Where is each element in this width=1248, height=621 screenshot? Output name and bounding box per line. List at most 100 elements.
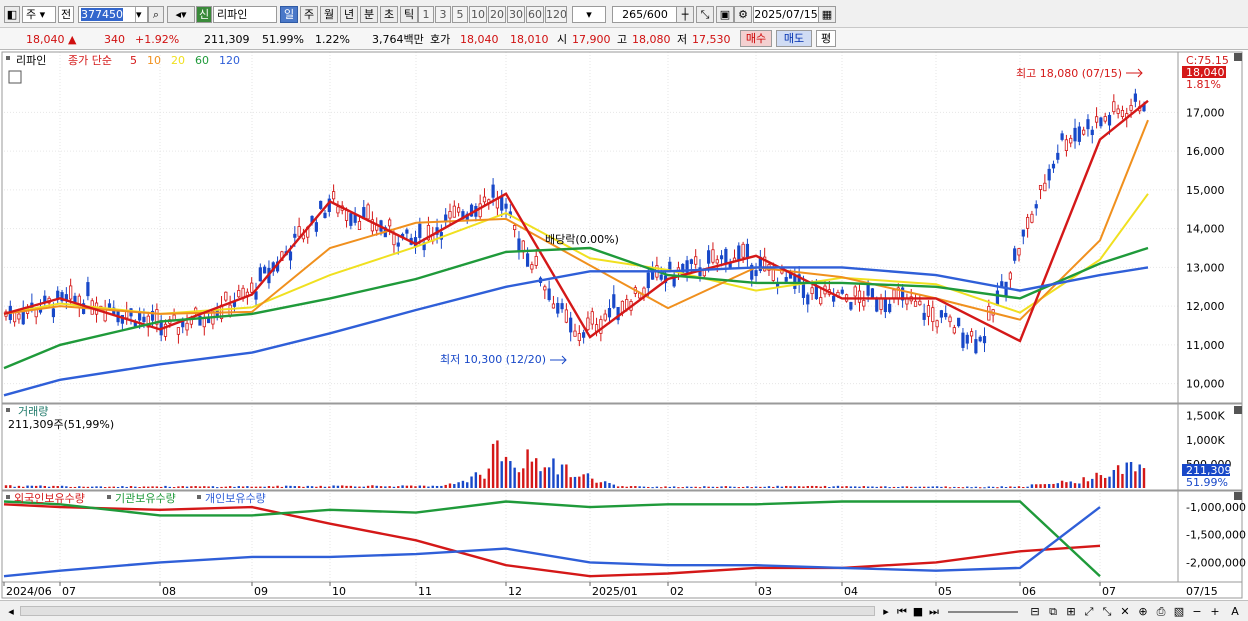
font-size-icon[interactable]: A: [1228, 604, 1242, 619]
x-axis-label: 12: [508, 585, 522, 598]
volume-bar: [914, 486, 917, 488]
volume-bar: [767, 486, 771, 488]
x-axis-label: 09: [254, 585, 268, 598]
candle-body: [228, 304, 232, 316]
candle-body: [1116, 108, 1120, 114]
zoom-in-icon[interactable]: +: [1210, 604, 1220, 619]
tile-icon[interactable]: ⊞: [1064, 604, 1078, 619]
zoom-slider[interactable]: [948, 611, 1018, 613]
volume-bar: [375, 485, 378, 488]
ma20-line: [3, 193, 1149, 315]
volume-bar: [716, 486, 719, 488]
volume-bar: [974, 486, 978, 488]
candle-body: [448, 211, 452, 219]
volume-bar: [690, 486, 693, 488]
holdings-y-tick: -1,500,000: [1186, 529, 1246, 542]
volume-bar: [272, 486, 275, 488]
volume-bar: [1129, 461, 1133, 488]
copy-icon[interactable]: ⧉: [1046, 604, 1060, 619]
expand-icon[interactable]: ⤢: [1082, 604, 1096, 619]
volume-bar: [793, 486, 797, 488]
candle-body: [806, 294, 810, 305]
candle-body: [1133, 93, 1137, 102]
candle-body: [586, 317, 590, 331]
stop-icon[interactable]: ■: [912, 604, 924, 619]
candle-body: [957, 317, 961, 327]
volume-bar: [478, 474, 482, 488]
shrink-icon[interactable]: ⤡: [1100, 604, 1114, 619]
volume-bar: [815, 485, 818, 488]
candle-body: [612, 294, 616, 308]
volume-bar: [155, 486, 159, 488]
candle-body: [948, 316, 952, 323]
high-annotation: 최고 18,080 (07/15): [1016, 67, 1122, 80]
volume-bar: [603, 481, 607, 488]
candle-body: [202, 317, 206, 328]
ma-period-label: 120: [219, 54, 240, 67]
candle-body: [1030, 213, 1034, 223]
image-icon[interactable]: ▧: [1172, 604, 1186, 619]
volume-bar: [879, 486, 883, 488]
zoom-icon[interactable]: ⊕: [1136, 604, 1150, 619]
candle-body: [17, 313, 21, 320]
volume-bar: [422, 485, 426, 488]
volume-bar: [26, 485, 29, 488]
volume-bar: [759, 486, 762, 488]
volume-bar: [931, 486, 934, 488]
volume-bar: [655, 486, 659, 488]
volume-bar: [384, 486, 387, 488]
candle-body: [668, 261, 672, 271]
volume-bar: [552, 458, 555, 488]
zoom-out-icon[interactable]: −: [1192, 604, 1202, 619]
scroll-right-icon[interactable]: ▸: [880, 604, 892, 619]
candle-body: [224, 291, 228, 301]
chart-area[interactable]: 리파인 종가 단순 5 10 20 60 120 17,000 16,000 15,000 14,0…: [0, 0, 1248, 621]
volume-bar: [832, 486, 835, 488]
first-page-icon[interactable]: ⏮: [895, 604, 909, 619]
volume-pct-tag: 51.99%: [1186, 476, 1228, 489]
candle-body: [1026, 217, 1030, 229]
volume-bar: [86, 486, 90, 488]
volume-bar: [134, 486, 137, 488]
volume-bar: [978, 487, 982, 489]
candle-body: [237, 290, 241, 298]
volume-bar: [547, 467, 551, 488]
x-axis-label: 03: [758, 585, 772, 598]
volume-bar: [466, 482, 469, 488]
candle-body: [603, 313, 607, 321]
candle-body: [142, 316, 146, 323]
volume-bar: [9, 485, 12, 488]
volume-bar: [858, 486, 861, 488]
candle-body: [982, 336, 987, 344]
last-page-icon[interactable]: ⏭: [927, 604, 941, 619]
candle-body: [1038, 185, 1043, 190]
volume-bar: [353, 486, 357, 488]
scroll-left-icon[interactable]: ◂: [4, 604, 18, 619]
volume-bar: [517, 472, 521, 488]
crosshair-icon[interactable]: ✕: [1118, 604, 1132, 619]
volume-bar: [651, 487, 654, 489]
candle-body: [336, 206, 340, 214]
volume-bar: [496, 440, 499, 488]
volume-bar: [526, 449, 529, 488]
volume-bar: [573, 476, 577, 488]
volume-bar: [961, 487, 965, 489]
volume-bar: [1009, 486, 1012, 488]
candle-body: [504, 203, 508, 209]
volume-bar: [142, 486, 146, 488]
volume-bar: [47, 486, 51, 488]
volume-bar: [228, 486, 232, 488]
volume-bar: [172, 487, 176, 489]
volume-bar: [694, 486, 697, 488]
volume-bar: [629, 486, 633, 488]
volume-bar: [1052, 483, 1055, 488]
price-y-tick: 17,000: [1186, 106, 1225, 119]
volume-bar: [586, 473, 590, 488]
scrollbar-track[interactable]: [20, 606, 875, 616]
price-pct-tag: 1.81%: [1186, 78, 1221, 91]
print-icon[interactable]: ⎙: [1154, 604, 1168, 619]
layout-icon[interactable]: ⊟: [1028, 604, 1042, 619]
volume-bar: [733, 486, 736, 488]
volume-bar: [91, 486, 94, 488]
candle-body: [1120, 110, 1125, 117]
